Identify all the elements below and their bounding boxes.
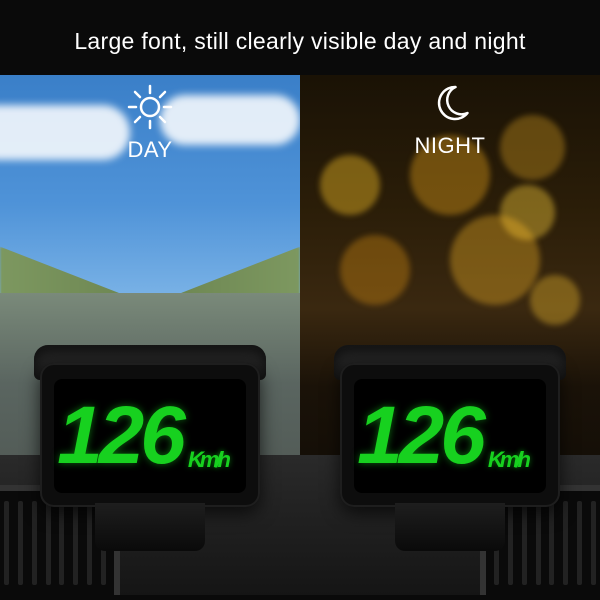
speed-readout: 126 Km/h — [357, 389, 527, 483]
moon-icon — [415, 83, 486, 127]
hud-device: 126 Km/h — [34, 345, 266, 507]
bokeh-light — [450, 215, 540, 305]
bokeh-light — [530, 275, 580, 325]
bokeh-light — [320, 155, 380, 215]
headline-text: Large font, still clearly visible day an… — [0, 0, 600, 75]
night-label: NIGHT — [415, 133, 486, 159]
day-panel: DAY 126 Km/h — [0, 75, 300, 595]
bokeh-light — [500, 115, 565, 180]
speed-value: 126 — [357, 389, 482, 483]
device-screen: 126 Km/h — [354, 379, 546, 493]
sun-icon — [126, 83, 174, 131]
speed-readout: 126 Km/h — [57, 389, 227, 483]
speed-unit: Km/h — [488, 447, 527, 473]
day-icon-label: DAY — [126, 83, 174, 163]
day-label: DAY — [126, 137, 174, 163]
cloud — [0, 105, 130, 160]
device-base — [395, 503, 505, 551]
device-screen: 126 Km/h — [54, 379, 246, 493]
hud-device: 126 Km/h — [334, 345, 566, 507]
device-body: 126 Km/h — [40, 363, 260, 507]
bokeh-light — [340, 235, 410, 305]
device-body: 126 Km/h — [340, 363, 560, 507]
night-panel: NIGHT 126 Km/h — [300, 75, 600, 595]
cloud — [160, 95, 300, 145]
night-icon-label: NIGHT — [415, 83, 486, 159]
speed-unit: Km/h — [188, 447, 227, 473]
speed-value: 126 — [57, 389, 182, 483]
device-base — [95, 503, 205, 551]
comparison-split: DAY 126 Km/h — [0, 75, 600, 595]
